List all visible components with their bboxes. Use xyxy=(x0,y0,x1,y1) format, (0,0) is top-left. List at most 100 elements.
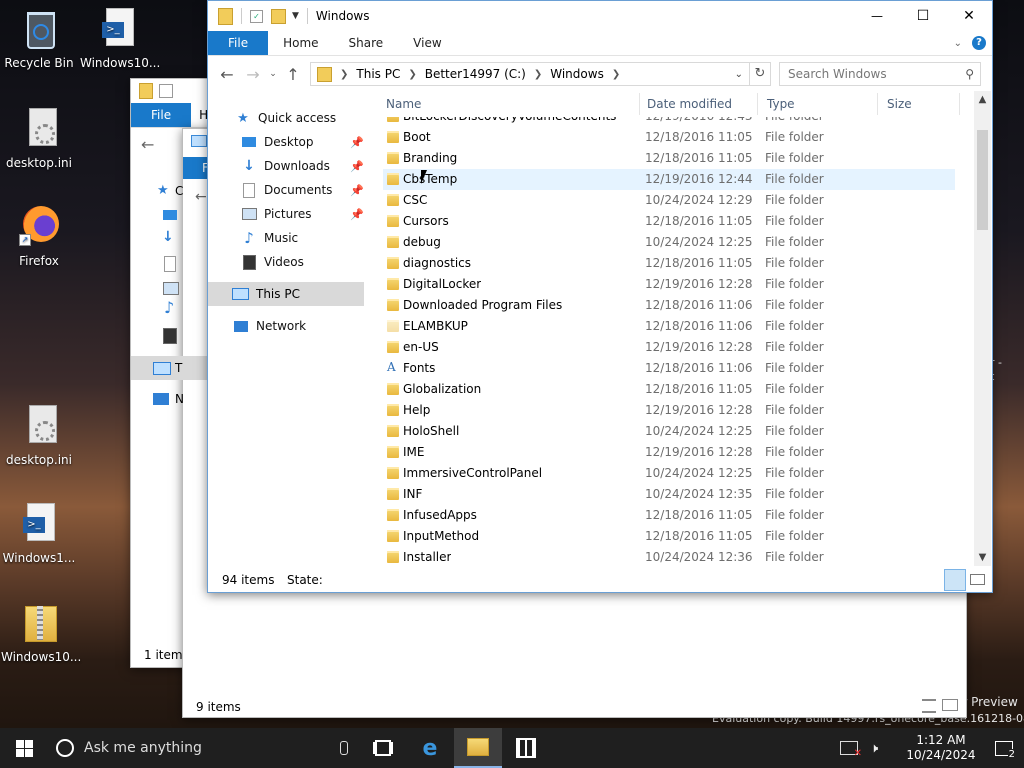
file-row[interactable]: InputMethod 12/18/2016 11:05 ... File fold… xyxy=(383,526,955,547)
chevron-right-icon[interactable]: ❯ xyxy=(610,69,622,80)
quick-access-dropdown-icon[interactable]: ▼ xyxy=(292,11,299,21)
column-divider[interactable] xyxy=(757,93,758,115)
breadcrumb-windows[interactable]: Windows xyxy=(544,67,610,81)
nav-quick-access[interactable]: ★ Quick access xyxy=(234,107,336,129)
scroll-thumb[interactable] xyxy=(977,130,988,230)
file-row[interactable]: Branding 12/18/2016 11:05 ... File folder xyxy=(383,148,955,169)
chevron-right-icon[interactable]: ❯ xyxy=(338,69,350,80)
tab-share[interactable]: Share xyxy=(334,31,399,55)
desktop-icon-windows10-zip[interactable]: Windows10... xyxy=(1,602,81,664)
taskbar-file-explorer-button[interactable] xyxy=(454,728,502,768)
start-button[interactable] xyxy=(0,728,48,768)
properties-icon[interactable]: ✓ xyxy=(250,9,263,23)
cortana-search-box[interactable]: Ask me anything xyxy=(48,728,360,768)
nav-item-desktop[interactable]: Desktop 📌 xyxy=(240,131,364,153)
file-row[interactable]: CSC 10/24/2024 12:29 ... File folder xyxy=(383,190,955,211)
tab-home[interactable]: H xyxy=(191,108,208,122)
network-status-icon[interactable]: ✕ xyxy=(840,741,862,759)
file-row[interactable]: ELAMBKUP 12/18/2016 11:06 ... File folder xyxy=(383,316,955,337)
pin-icon[interactable]: 📌 xyxy=(350,184,364,197)
scroll-up-icon[interactable]: ▲ xyxy=(974,91,991,108)
desktop-icon-firefox[interactable]: ↗ Firefox xyxy=(1,206,77,268)
nav-item-downloads[interactable]: ↓ Downloads 📌 xyxy=(240,155,364,177)
nav-item-this-pc[interactable]: This PC xyxy=(208,282,364,306)
search-input[interactable]: Search Windows xyxy=(788,67,965,81)
file-row[interactable]: Globalization 12/18/2016 11:05 ... File fo… xyxy=(383,379,955,400)
close-button[interactable]: ✕ xyxy=(946,8,992,24)
back-arrow-icon[interactable]: ← xyxy=(141,135,154,154)
desktop-icon-windows1-script[interactable]: >_ Windows1... xyxy=(1,503,77,565)
nav-item-videos[interactable]: Videos xyxy=(240,251,304,273)
breadcrumb-drive[interactable]: Better14997 (C:) xyxy=(419,67,532,81)
back-button[interactable]: ← xyxy=(214,65,240,84)
nav-item-pictures[interactable]: Pictures 📌 xyxy=(240,203,364,225)
file-row[interactable]: Help 12/19/2016 12:28 ... File folder xyxy=(383,400,955,421)
file-row[interactable]: CbsTemp 12/19/2016 12:44 ... File folder xyxy=(383,169,955,190)
vertical-scrollbar[interactable]: ▲ ▼ xyxy=(974,91,991,566)
nav-item-documents[interactable]: Documents 📌 xyxy=(240,179,364,201)
task-view-button[interactable] xyxy=(360,728,406,768)
tab-file[interactable]: File xyxy=(208,31,269,55)
column-header-name[interactable]: Name xyxy=(386,91,421,117)
taskbar-store-button[interactable] xyxy=(502,728,550,768)
details-view-icon[interactable] xyxy=(922,699,936,713)
file-row[interactable]: HoloShell 10/24/2024 12:25 ... File folder xyxy=(383,421,955,442)
file-row[interactable]: IME 12/19/2016 12:28 ... File folder xyxy=(383,442,955,463)
column-divider[interactable] xyxy=(877,93,878,115)
desktop-icon-windows10-script[interactable]: >_ Windows10... xyxy=(80,8,160,70)
nav-item-network[interactable]: Network xyxy=(232,315,306,337)
up-button[interactable]: ↑ xyxy=(280,65,306,84)
chevron-right-icon[interactable]: ❯ xyxy=(406,69,418,80)
file-row[interactable]: Boot 12/18/2016 11:05 ... File folder xyxy=(383,127,955,148)
new-folder-icon[interactable] xyxy=(271,8,286,24)
file-row[interactable]: diagnostics 12/18/2016 11:05 ... File fold… xyxy=(383,253,955,274)
chevron-right-icon[interactable]: ❯ xyxy=(532,69,544,80)
address-bar[interactable]: ❯ This PC ❯ Better14997 (C:) ❯ Windows ❯… xyxy=(310,62,750,86)
desktop-icon-recycle-bin[interactable]: Recycle Bin xyxy=(1,8,77,70)
tab-view[interactable]: View xyxy=(398,31,456,55)
file-row[interactable]: BitLockerDiscoveryVolumeContents 12/19/20… xyxy=(383,117,955,127)
minimize-button[interactable]: — xyxy=(854,9,900,23)
cortana-search-input[interactable]: Ask me anything xyxy=(84,740,202,756)
explorer-window[interactable]: ✓ ▼ Windows — ☐ ✕ File Home Share View ⌄… xyxy=(207,0,993,593)
file-row[interactable]: INF 10/24/2024 12:35 ... File folder xyxy=(383,484,955,505)
nav-item-music[interactable]: ♪ Music xyxy=(240,227,298,249)
column-header-date[interactable]: Date modified xyxy=(647,91,732,117)
file-row[interactable]: InfusedApps 12/18/2016 11:05 ... File fold… xyxy=(383,505,955,526)
file-row[interactable]: en-US 12/19/2016 12:28 ... File folder xyxy=(383,337,955,358)
back-window-titlebar[interactable] xyxy=(183,129,209,155)
file-row[interactable]: Downloaded Program Files 12/18/2016 11:06… xyxy=(383,295,955,316)
file-row[interactable]: A Fonts 12/18/2016 11:06 ... File folder xyxy=(383,358,955,379)
breadcrumb-this-pc[interactable]: This PC xyxy=(350,67,406,81)
action-center-button[interactable]: 2 xyxy=(984,728,1024,768)
file-row[interactable]: ImmersiveControlPanel 10/24/2024 12:25 ..… xyxy=(383,463,955,484)
search-icon[interactable]: ⚲ xyxy=(965,67,974,81)
taskbar-edge-button[interactable]: e xyxy=(406,728,454,768)
column-divider[interactable] xyxy=(959,93,960,115)
search-box[interactable]: Search Windows ⚲ xyxy=(779,62,981,86)
ribbon-expand-icon[interactable]: ⌄ xyxy=(954,38,962,49)
pin-icon[interactable]: 📌 xyxy=(350,208,364,221)
tab-home[interactable]: Home xyxy=(268,31,333,55)
file-row[interactable]: DigitalLocker 12/19/2016 12:28 ... File fo… xyxy=(383,274,955,295)
clock[interactable]: 1:12 AM 10/24/2024 xyxy=(898,733,984,763)
large-icons-view-icon[interactable] xyxy=(942,699,958,711)
desktop-icon-desktop-ini-2[interactable]: desktop.ini xyxy=(1,405,77,467)
pin-icon[interactable]: 📌 xyxy=(350,136,364,149)
file-row[interactable]: Cursors 12/18/2016 11:05 ... File folder xyxy=(383,211,955,232)
refresh-button[interactable]: ↻ xyxy=(750,62,771,86)
file-row[interactable]: debug 10/24/2024 12:25 ... File folder xyxy=(383,232,955,253)
volume-muted-icon[interactable]: 🕨 xyxy=(870,741,888,756)
pin-icon[interactable]: 📌 xyxy=(350,160,364,173)
view-toggle-icons[interactable] xyxy=(922,699,958,713)
file-row[interactable]: Installer 10/24/2024 12:36 ... File folder xyxy=(383,547,955,566)
column-divider[interactable] xyxy=(639,93,640,115)
large-icons-view-icon[interactable] xyxy=(970,574,985,585)
back-this-pc-row[interactable]: T xyxy=(131,356,207,380)
help-icon[interactable]: ? xyxy=(972,36,986,50)
recent-locations-dropdown-icon[interactable]: ⌄ xyxy=(266,69,280,79)
window-titlebar[interactable]: ✓ ▼ Windows — ☐ ✕ xyxy=(208,1,992,31)
address-dropdown-icon[interactable]: ⌄ xyxy=(735,69,743,80)
desktop-icon-desktop-ini[interactable]: desktop.ini xyxy=(1,108,77,170)
column-header-size[interactable]: Size xyxy=(887,91,912,117)
